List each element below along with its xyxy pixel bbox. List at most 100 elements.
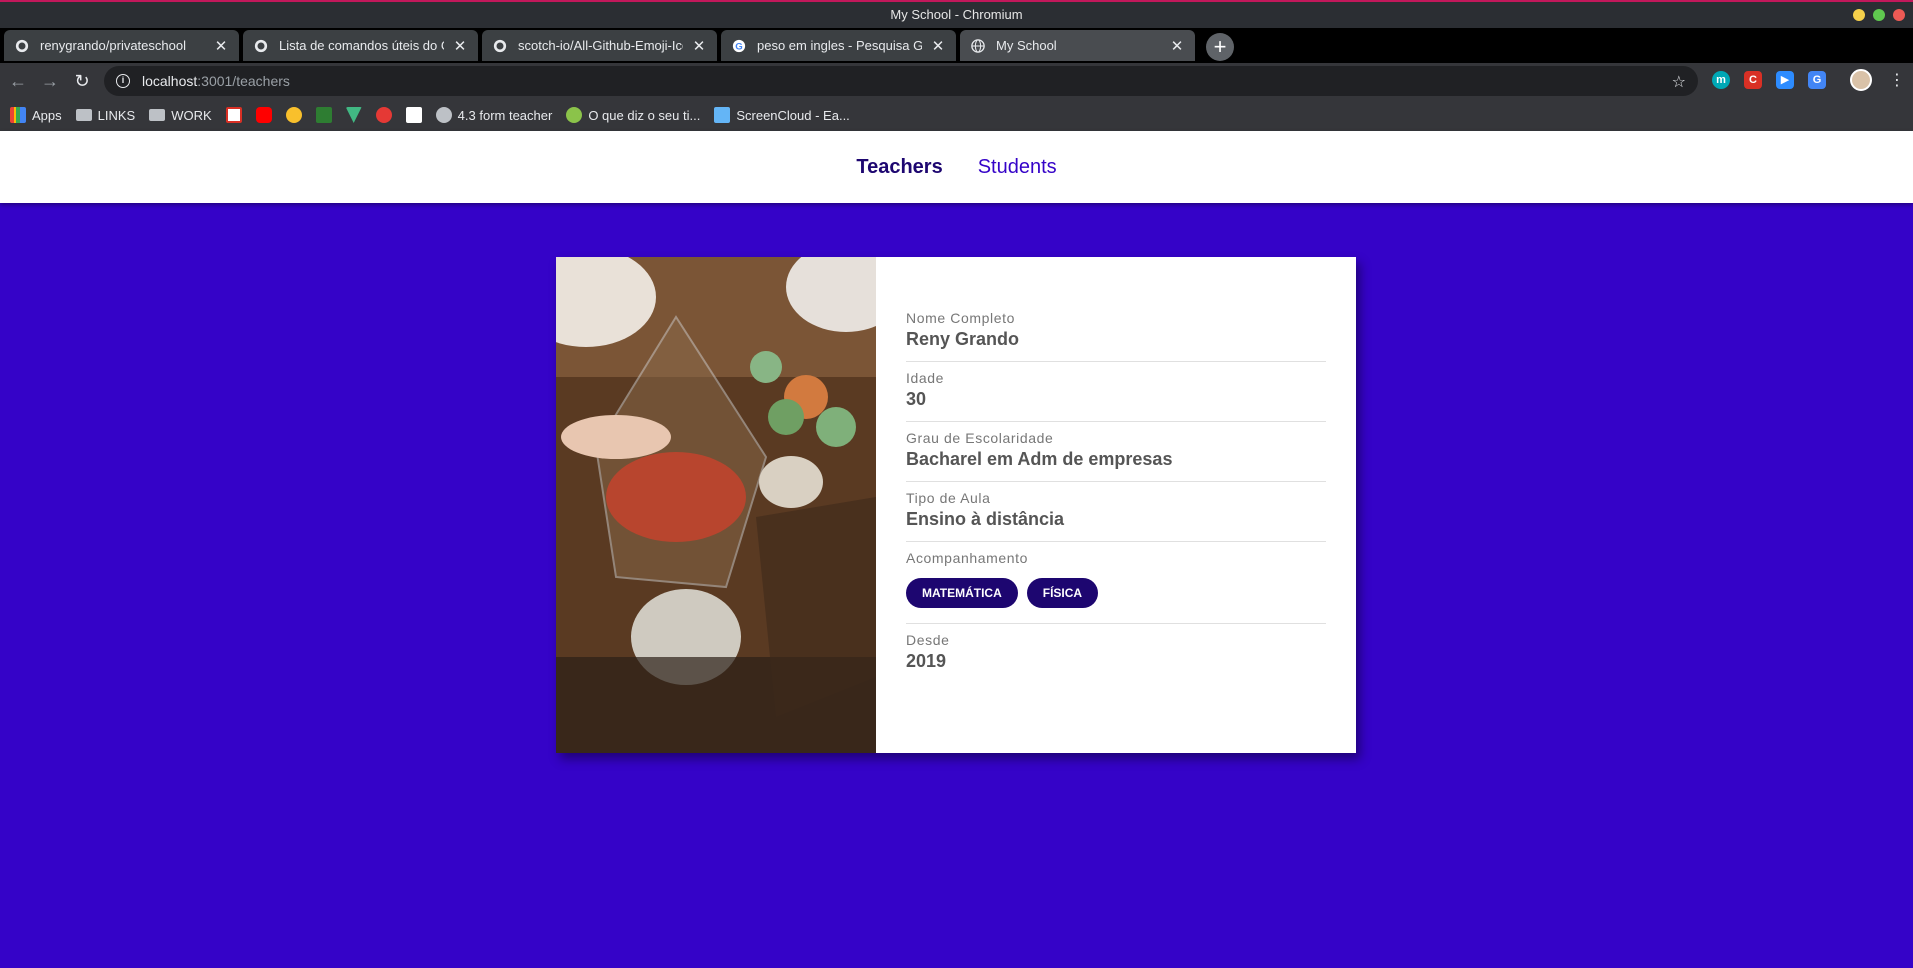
bookmark-screencloud[interactable]: ScreenCloud - Ea... [714,107,850,123]
age-value: 30 [906,389,927,409]
address-bar[interactable]: i localhost:3001/teachers ☆ [104,66,1698,96]
bookmark-youtube[interactable] [255,107,272,123]
search-icon [566,107,583,123]
bookmark-label: 4.3 form teacher [457,107,553,123]
vue-icon [345,107,362,123]
bookmark-vuetify[interactable] [345,107,362,123]
close-window-button[interactable] [1893,9,1905,21]
detail-name: Nome Completo Reny Grando [906,302,1326,362]
terrarium-image [556,257,876,753]
tab-renygrando[interactable]: renygrando/privateschool ✕ [4,30,239,61]
since-label: Desde [906,632,950,648]
class-type-label: Tipo de Aula [906,490,991,506]
window-title: My School - Chromium [890,7,1023,22]
subject-pill: FÍSICA [1026,578,1099,608]
tab-google-search[interactable]: G peso em ingles - Pesquisa Goo ✕ [721,30,956,61]
tab-my-school[interactable]: My School ✕ [960,30,1195,61]
info-icon[interactable]: i [116,74,130,88]
tab-lista-comandos[interactable]: Lista de comandos úteis do Gi ✕ [243,30,478,61]
close-icon[interactable]: ✕ [1169,37,1185,55]
tab-scotch-io[interactable]: scotch-io/All-Github-Emoji-Ico ✕ [482,30,717,61]
bookmark-label: WORK [171,107,212,123]
more-vert-icon[interactable]: ⋮ [1889,69,1905,93]
subject-pill: MATEMÁTICA [906,578,1018,608]
app-header: Teachers Students [0,131,1913,203]
tab-label: scotch-io/All-Github-Emoji-Ico [518,38,683,53]
education-label: Grau de Escolaridade [906,430,1054,446]
y-icon [315,107,332,123]
bookmark-label: O que diz o seu ti... [588,107,701,123]
teacher-card: Nome Completo Reny Grando Idade 30 Grau … [556,257,1356,753]
name-value: Reny Grando [906,329,1020,349]
unsplash-icon [405,107,422,123]
nav-students[interactable]: Students [978,156,1057,179]
tab-strip: renygrando/privateschool ✕ Lista de coma… [0,28,1913,63]
close-icon[interactable]: ✕ [930,37,946,55]
window-titlebar: My School - Chromium [0,0,1913,28]
teacher-details: Nome Completo Reny Grando Idade 30 Grau … [876,257,1356,753]
extension-c-icon[interactable]: C [1744,71,1762,89]
folder-icon [75,109,92,121]
reload-icon[interactable]: ↻ [70,69,94,93]
new-tab-button[interactable]: + [1206,33,1234,61]
screencloud-icon [714,107,731,123]
bookmark-yellow[interactable] [285,107,302,123]
subject-pills: MATEMÁTICA FÍSICA [906,578,1326,608]
age-label: Idade [906,370,945,386]
github-icon [492,38,508,54]
rocket-icon [375,107,392,123]
bookmark-o-que-diz[interactable]: O que diz o seu ti... [566,107,700,123]
apps-grid-icon [10,107,26,123]
youtube-icon [255,107,272,123]
maximize-button[interactable] [1873,9,1885,21]
bookmark-y[interactable] [315,107,332,123]
gmail-icon [225,107,242,123]
bookmark-label: LINKS [97,107,136,123]
bookmark-unsplash[interactable] [405,107,422,123]
bookmark-gmail[interactable] [225,107,242,123]
close-icon[interactable]: ✕ [213,37,229,55]
forward-arrow-icon[interactable]: → [38,69,62,93]
detail-subjects: Acompanhamento MATEMÁTICA FÍSICA [906,542,1326,624]
detail-class-type: Tipo de Aula Ensino à distância [906,482,1326,542]
close-icon[interactable]: ✕ [691,37,707,55]
class-type-value: Ensino à distância [906,509,1065,529]
detail-education: Grau de Escolaridade Bacharel em Adm de … [906,422,1326,482]
bookmarks-bar: Apps LINKS WORK 4.3 form teacher O que d… [0,99,1913,131]
window-controls [1853,9,1905,21]
minimize-button[interactable] [1853,9,1865,21]
bookmark-label: ScreenCloud - Ea... [736,107,850,123]
nav-teachers[interactable]: Teachers [856,156,942,179]
since-value: 2019 [906,651,947,671]
bookmark-star-icon[interactable]: ☆ [1672,72,1686,92]
bookmark-rocket[interactable] [375,107,392,123]
url-path: :3001/teachers [197,73,290,89]
profile-avatar[interactable] [1850,69,1872,91]
zoom-extension-icon[interactable]: ▶ [1776,71,1794,89]
bookmark-apps[interactable]: Apps [10,107,62,123]
emoji-icon [285,107,302,123]
bookmark-folder-work[interactable]: WORK [149,107,212,123]
url-host: localhost [142,73,198,89]
google-icon: G [731,38,747,54]
subjects-label: Acompanhamento [906,550,1029,566]
globe-icon [970,38,986,54]
tab-label: renygrando/privateschool [40,38,186,53]
close-icon[interactable]: ✕ [452,37,468,55]
detail-age: Idade 30 [906,362,1326,422]
translate-extension-icon[interactable]: G [1808,71,1826,89]
github-icon [14,38,30,54]
tab-label: My School [996,38,1057,53]
tab-label: peso em ingles - Pesquisa Goo [757,38,922,53]
teacher-photo [556,257,876,753]
folder-icon [149,109,166,121]
bookmark-folder-links[interactable]: LINKS [75,107,136,123]
extension-m-icon[interactable]: m [1712,71,1730,89]
name-label: Nome Completo [906,310,1015,326]
back-arrow-icon[interactable]: ← [6,69,30,93]
github-icon [253,38,269,54]
bookmark-label: Apps [32,107,62,123]
bookmark-form-teacher[interactable]: 4.3 form teacher [435,107,553,123]
github-icon [435,107,452,123]
browser-toolbar: ← → ↻ i localhost:3001/teachers ☆ m C ▶ … [0,63,1913,99]
